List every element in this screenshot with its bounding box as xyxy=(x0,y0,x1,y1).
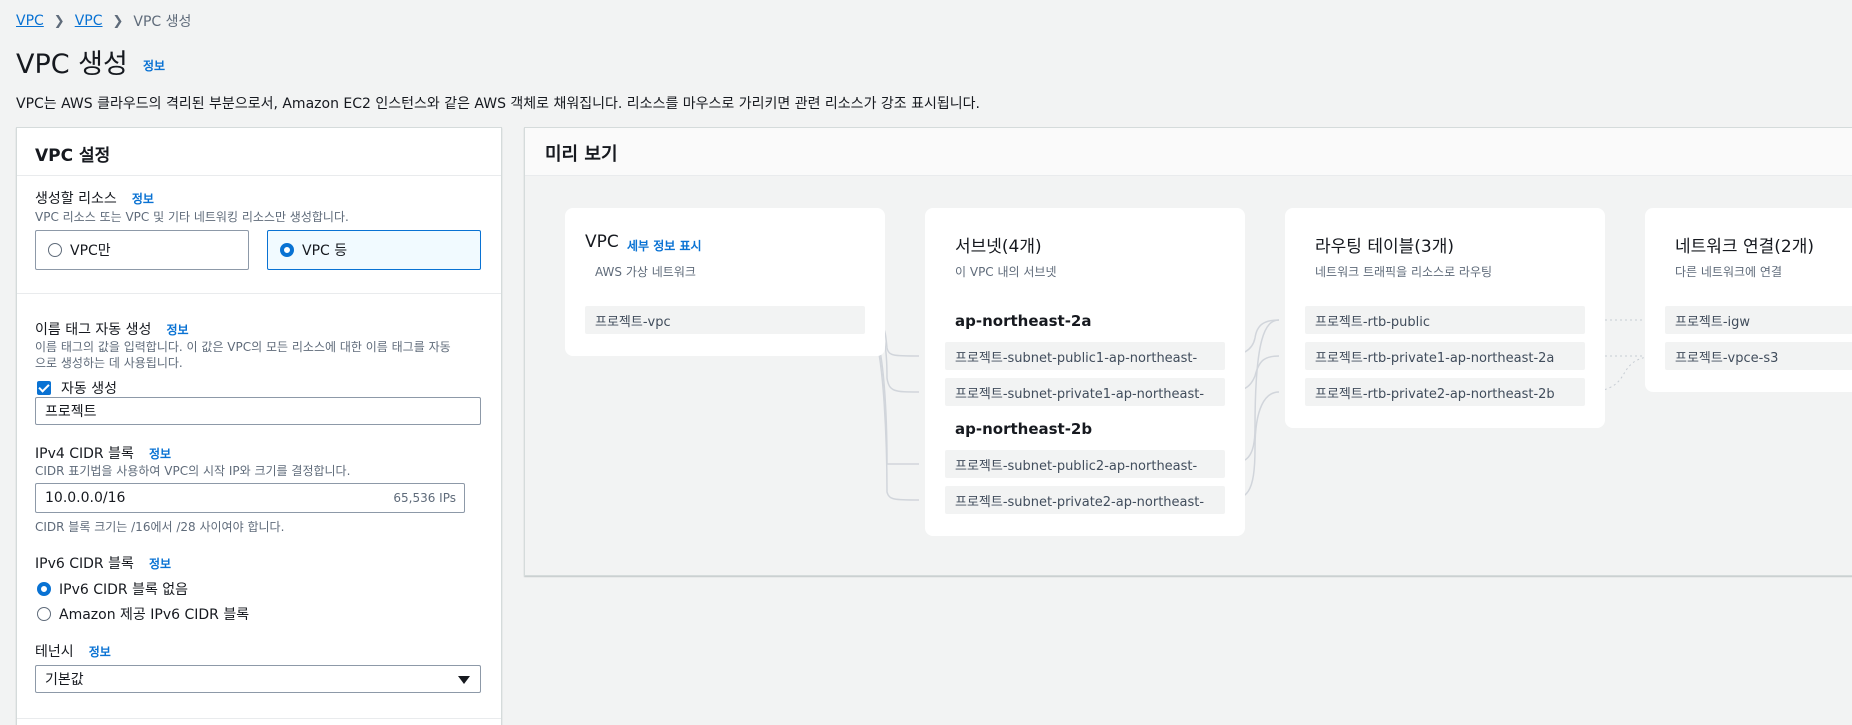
preview-panel: 미리 보기 VPC 세부 정보 표시 AWS 가상 네트워크 프로젝트-vpc xyxy=(524,127,1852,576)
settings-header: VPC 설정 xyxy=(17,128,501,176)
connections-card-title: 네트워크 연결(2개) xyxy=(1675,237,1814,257)
ipv6-option-label: IPv6 CIDR 블록 없음 xyxy=(59,582,189,598)
resources-label-row: 생성할 리소스 정보 xyxy=(35,188,154,208)
route-table-node[interactable]: 프로젝트-rtb-private1-ap-northeast-2a xyxy=(1305,342,1585,370)
tenancy-label-row: 테넌시 정보 xyxy=(35,641,111,661)
chevron-right-icon: ❯ xyxy=(53,13,65,29)
ipv4-label-row: IPv4 CIDR 블록 정보 xyxy=(35,443,171,463)
radio-checked-icon xyxy=(280,243,294,257)
az-heading: ap-northeast-2b xyxy=(955,420,1093,438)
section-divider xyxy=(17,718,501,719)
subnet-node[interactable]: 프로젝트-subnet-public1-ap-northeast- xyxy=(945,342,1225,370)
name-tag-info-link[interactable]: 정보 xyxy=(166,323,188,337)
breadcrumb-vpc-root[interactable]: VPC xyxy=(16,13,44,29)
preview-connections-card: 네트워크 연결(2개) 다른 네트워크에 연결 프로젝트-igw 프로젝트-vp… xyxy=(1645,208,1852,392)
connection-node[interactable]: 프로젝트-vpce-s3 xyxy=(1665,342,1852,370)
ipv4-cidr-input[interactable]: 10.0.0.0/16 65,536 IPs xyxy=(35,483,465,513)
ipv4-info-link[interactable]: 정보 xyxy=(149,447,171,461)
breadcrumb-current: VPC 생성 xyxy=(133,14,192,30)
ipv4-desc: CIDR 표기법을 사용하여 VPC의 시작 IP와 크기를 결정합니다. xyxy=(35,464,351,478)
auto-generate-label: 자동 생성 xyxy=(61,381,117,397)
subnet-node[interactable]: 프로젝트-subnet-private1-ap-northeast- xyxy=(945,378,1225,406)
subnet-node[interactable]: 프로젝트-subnet-public2-ap-northeast- xyxy=(945,450,1225,478)
ipv6-option-label: Amazon 제공 IPv6 CIDR 블록 xyxy=(59,607,250,623)
page-title: VPC 생성 xyxy=(16,49,128,80)
route-tables-card-title: 라우팅 테이블(3개) xyxy=(1315,237,1454,257)
page-info-link[interactable]: 정보 xyxy=(143,57,165,74)
name-tag-label-row: 이름 태그 자동 생성 정보 xyxy=(35,319,189,339)
vpc-card-title: VPC xyxy=(585,232,619,252)
radio-icon xyxy=(48,243,62,257)
ipv4-cidr-value: 10.0.0.0/16 xyxy=(45,490,126,506)
name-tag-desc-line2: 으로 생성하는 데 사용됩니다. xyxy=(35,356,183,370)
chevron-right-icon: ❯ xyxy=(112,13,124,29)
vpc-card-subtitle: AWS 가상 네트워크 xyxy=(595,265,696,279)
ipv6-info-link[interactable]: 정보 xyxy=(149,557,171,571)
page-description: VPC는 AWS 클라우드의 격리된 부분으로서, Amazon EC2 인스턴… xyxy=(16,96,980,112)
name-tag-label: 이름 태그 자동 생성 xyxy=(35,322,152,338)
tenancy-select[interactable]: 기본값 xyxy=(35,665,481,693)
radio-icon xyxy=(37,607,51,621)
name-tag-input[interactable]: 프로젝트 xyxy=(35,397,481,425)
resources-desc: VPC 리소스 또는 VPC 및 기타 네트워킹 리소스만 생성합니다. xyxy=(35,210,349,224)
ipv4-constraint: CIDR 블록 크기는 /16에서 /28 사이여야 합니다. xyxy=(35,520,285,534)
tenancy-info-link[interactable]: 정보 xyxy=(89,645,111,659)
tenancy-value: 기본값 xyxy=(45,672,84,688)
ipv4-ips-count: 65,536 IPs xyxy=(393,491,456,505)
resources-info-link[interactable]: 정보 xyxy=(132,192,154,206)
name-tag-value: 프로젝트 xyxy=(45,404,97,420)
subnets-card-title: 서브넷(4개) xyxy=(955,237,1042,257)
name-tag-desc-line1: 이름 태그의 값을 입력합니다. 이 값은 VPC의 모든 리소스에 대한 이름… xyxy=(35,340,451,354)
route-tables-card-subtitle: 네트워크 트래픽을 리소스로 라우팅 xyxy=(1315,265,1493,279)
vpc-node[interactable]: 프로젝트-vpc xyxy=(585,306,865,334)
ipv6-label: IPv6 CIDR 블록 xyxy=(35,556,134,572)
ipv4-label: IPv4 CIDR 블록 xyxy=(35,446,134,462)
caret-down-icon xyxy=(458,676,470,684)
auto-generate-checkbox[interactable]: 자동 생성 xyxy=(37,378,117,398)
preview-subnets-card: 서브넷(4개) 이 VPC 내의 서브넷 ap-northeast-2a 프로젝… xyxy=(925,208,1245,536)
ipv6-option-amazon[interactable]: Amazon 제공 IPv6 CIDR 블록 xyxy=(37,604,249,624)
breadcrumb: VPC ❯ VPC ❯ VPC 생성 xyxy=(16,11,191,31)
connection-node[interactable]: 프로젝트-igw xyxy=(1665,306,1852,334)
radio-checked-icon xyxy=(37,582,51,596)
settings-title: VPC 설정 xyxy=(35,146,111,166)
resource-option-label: VPC 등 xyxy=(302,243,348,259)
resource-option-label: VPC만 xyxy=(70,243,111,259)
route-table-node[interactable]: 프로젝트-rtb-private2-ap-northeast-2b xyxy=(1305,378,1585,406)
section-divider xyxy=(17,293,501,294)
resources-label: 생성할 리소스 xyxy=(35,191,117,207)
tenancy-label: 테넌시 xyxy=(35,644,74,660)
ipv6-label-row: IPv6 CIDR 블록 정보 xyxy=(35,553,171,573)
ipv6-option-none[interactable]: IPv6 CIDR 블록 없음 xyxy=(37,579,188,599)
vpc-details-link[interactable]: 세부 정보 표시 xyxy=(627,237,702,254)
vpc-settings-panel: VPC 설정 생성할 리소스 정보 VPC 리소스 또는 VPC 및 기타 네트… xyxy=(16,127,502,725)
az-heading: ap-northeast-2a xyxy=(955,312,1092,330)
subnet-node[interactable]: 프로젝트-subnet-private2-ap-northeast- xyxy=(945,486,1225,514)
route-table-node[interactable]: 프로젝트-rtb-public xyxy=(1305,306,1585,334)
checkbox-checked-icon xyxy=(37,381,51,395)
preview-vpc-card: VPC 세부 정보 표시 AWS 가상 네트워크 프로젝트-vpc xyxy=(565,208,885,356)
resource-option-vpc-and-more[interactable]: VPC 등 xyxy=(267,230,481,270)
subnets-card-subtitle: 이 VPC 내의 서브넷 xyxy=(955,265,1057,279)
breadcrumb-vpc[interactable]: VPC xyxy=(75,13,103,29)
preview-route-tables-card: 라우팅 테이블(3개) 네트워크 트래픽을 리소스로 라우팅 프로젝트-rtb-… xyxy=(1285,208,1605,428)
resource-option-vpc-only[interactable]: VPC만 xyxy=(35,230,249,270)
connections-card-subtitle: 다른 네트워크에 연결 xyxy=(1675,265,1782,279)
